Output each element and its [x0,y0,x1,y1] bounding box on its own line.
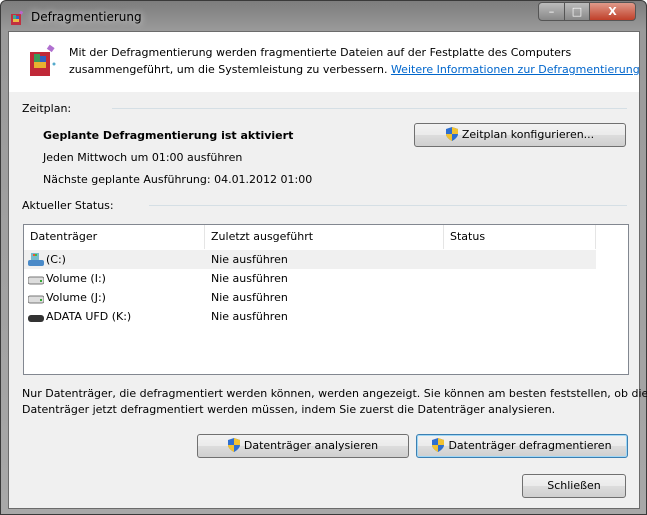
close-button[interactable]: Schließen [522,474,626,498]
column-header-last-run[interactable]: Zuletzt ausgeführt [205,225,444,249]
analyze-disk-label: Datenträger analysieren [243,439,379,452]
drive-name: (C:) [46,253,66,266]
defrag-icon [30,44,56,76]
note-line1: Nur Datenträger, die defragmentiert werd… [22,387,647,400]
close-window-button[interactable]: X [589,2,636,21]
analyze-disk-button[interactable]: Datenträger analysieren [197,434,409,458]
drive-row[interactable]: ADATA UFD (K:) Nie ausführen [24,307,596,326]
defrag-window: Defragmentierung – □ X Mit der Defragmen… [0,0,647,515]
intro-panel: Mit der Defragmentierung werden fragment… [9,32,640,92]
intro-text-line2: zusammengeführt, um die Systemleistung z… [69,63,388,76]
intro-text-line2-wrap: zusammengeführt, um die Systemleistung z… [69,63,640,76]
intro-text-line1: Mit der Defragmentierung werden fragment… [69,46,572,59]
configure-schedule-button[interactable]: Zeitplan konfigurieren... [414,123,626,147]
column-header-status[interactable]: Status [444,225,596,249]
drive-row[interactable]: Volume (I:) Nie ausführen [24,269,596,288]
column-header-drive[interactable]: Datenträger [24,225,205,249]
dialog-client: Mit der Defragmentierung werden fragment… [8,31,647,509]
schedule-divider [112,108,627,109]
drive-list[interactable]: Datenträger Zuletzt ausgeführt Status (C… [23,224,629,375]
usb-drive-icon [28,315,44,322]
drive-last-run: Nie ausführen [211,253,288,266]
drive-last-run: Nie ausführen [211,310,288,323]
uac-shield-icon [445,127,458,141]
minimize-button[interactable]: – [538,2,565,21]
hard-drive-icon [28,295,44,304]
status-divider [149,205,627,206]
defrag-app-icon [11,10,24,25]
note-line2: Datenträger jetzt defragmentiert werden … [22,403,556,416]
title-bar[interactable]: Defragmentierung – □ X [1,1,646,33]
drive-last-run: Nie ausführen [211,291,288,304]
drive-row[interactable]: (C:) Nie ausführen [24,250,596,269]
schedule-heading: Zeitplan: [22,102,72,115]
drive-name: Volume (I:) [46,272,106,285]
defragment-disk-label: Datenträger defragmentieren [448,439,612,452]
more-info-link[interactable]: Weitere Informationen zur Defragmentieru… [391,63,640,76]
schedule-status: Geplante Defragmentierung ist aktiviert [43,129,294,142]
drive-name: Volume (J:) [46,291,106,304]
window-title: Defragmentierung [31,10,142,24]
current-status-heading: Aktueller Status: [22,199,114,212]
defragment-disk-button[interactable]: Datenträger defragmentieren [416,434,628,458]
uac-shield-icon [227,438,240,452]
uac-shield-icon [432,438,445,452]
configure-schedule-label: Zeitplan konfigurieren... [461,128,595,141]
drive-name: ADATA UFD (K:) [46,310,132,323]
drive-row[interactable]: Volume (J:) Nie ausführen [24,288,596,307]
hard-drive-icon [28,276,44,285]
schedule-when: Jeden Mittwoch um 01:00 ausführen [43,151,243,164]
schedule-next-run: Nächste geplante Ausführung: 04.01.2012 … [43,173,313,186]
system-drive-icon [28,253,44,266]
drive-last-run: Nie ausführen [211,272,288,285]
maximize-button[interactable]: □ [564,2,590,21]
